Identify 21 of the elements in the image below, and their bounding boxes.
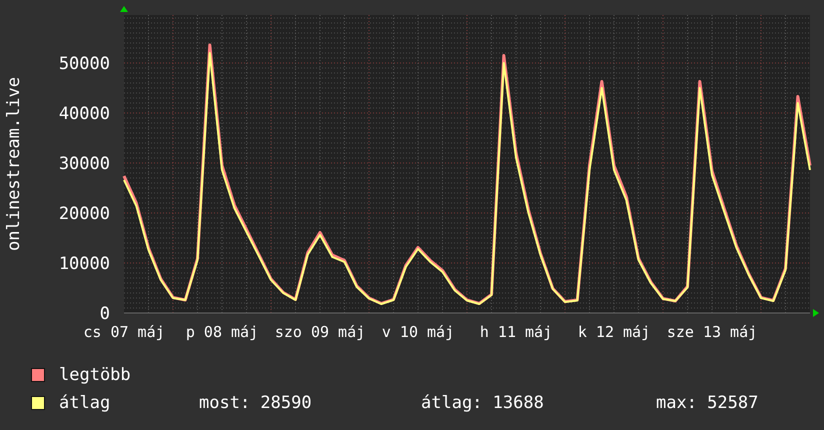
y-tick-label: 50000 — [58, 54, 110, 74]
y-tick-label: 0 — [100, 304, 110, 324]
legend-label: legtöbb — [59, 365, 132, 385]
stat-value: max: 52587 — [656, 393, 758, 413]
x-tick-label: h 11 máj — [480, 323, 552, 341]
stat-value: most: 28590 — [199, 393, 313, 413]
x-tick-label: szo 09 máj — [274, 323, 366, 341]
x-tick-label: k 12 máj — [578, 323, 650, 341]
y-tick-label: 40000 — [58, 104, 110, 124]
x-tick-label: v 10 máj — [382, 323, 454, 341]
x-tick-label: p 08 máj — [186, 323, 258, 341]
y-tick-label: 30000 — [58, 154, 110, 174]
x-tick-label: cs 07 máj — [83, 323, 165, 341]
legend-label: átlag — [59, 393, 112, 413]
x-tick-label: sze 13 máj — [666, 323, 758, 341]
y-tick-label: 20000 — [58, 204, 110, 224]
x-axis-arrow-icon — [813, 309, 819, 317]
y-tick-label: 10000 — [58, 254, 110, 274]
y-axis-arrow-icon — [120, 6, 128, 12]
y-axis-title: onlinestream.live — [4, 77, 24, 251]
stat-value: átlag: 13688 — [421, 393, 545, 413]
